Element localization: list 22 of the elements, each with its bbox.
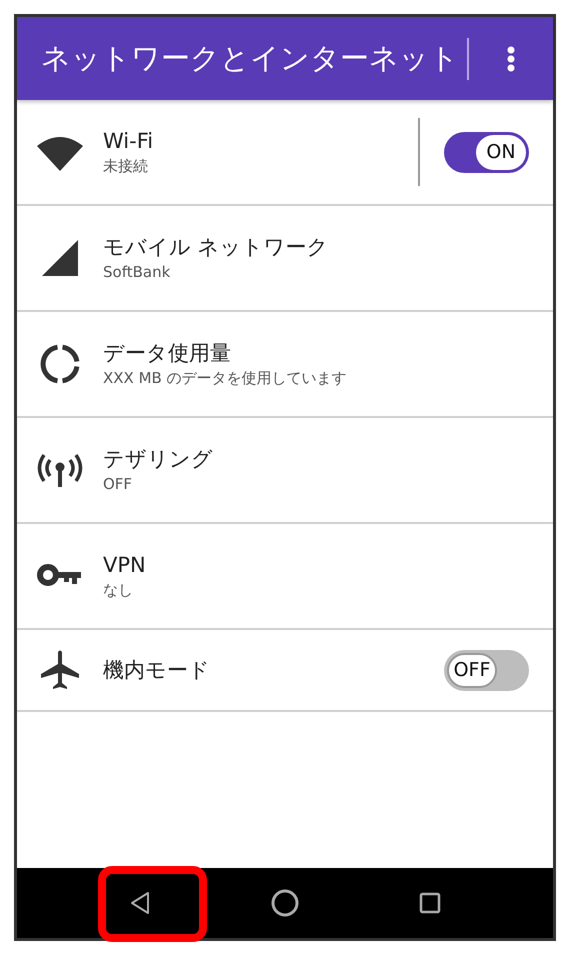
setting-title[interactable]: VPN [103,551,146,579]
back-icon [130,891,150,915]
toggle-switch[interactable]: ON [444,132,529,172]
airplane-icon [39,649,81,691]
data-usage-icon [40,344,80,384]
setting-title[interactable]: モバイル ネットワーク [103,233,329,261]
setting-title[interactable]: データ使用量 [103,339,231,367]
setting-title[interactable]: 機内モード [103,656,210,684]
setting-summary: SoftBank [103,262,170,283]
signal-icon [40,238,80,278]
home-icon [270,889,299,917]
setting-title[interactable]: Wi-Fi [103,127,154,155]
setting-summary: XXX MB のデータを使用しています [103,368,347,389]
key-icon [37,563,83,589]
setting-summary: OFF [103,474,132,495]
toggle-switch[interactable]: OFF [444,650,529,690]
recents-icon [419,892,442,914]
setting-summary: なし [103,580,133,601]
menu-icon [507,46,515,72]
setting-summary: 未接続 [103,156,148,177]
setting-title[interactable]: テザリング [103,445,213,473]
screen-title: ネットワークとインターネット [40,40,460,76]
